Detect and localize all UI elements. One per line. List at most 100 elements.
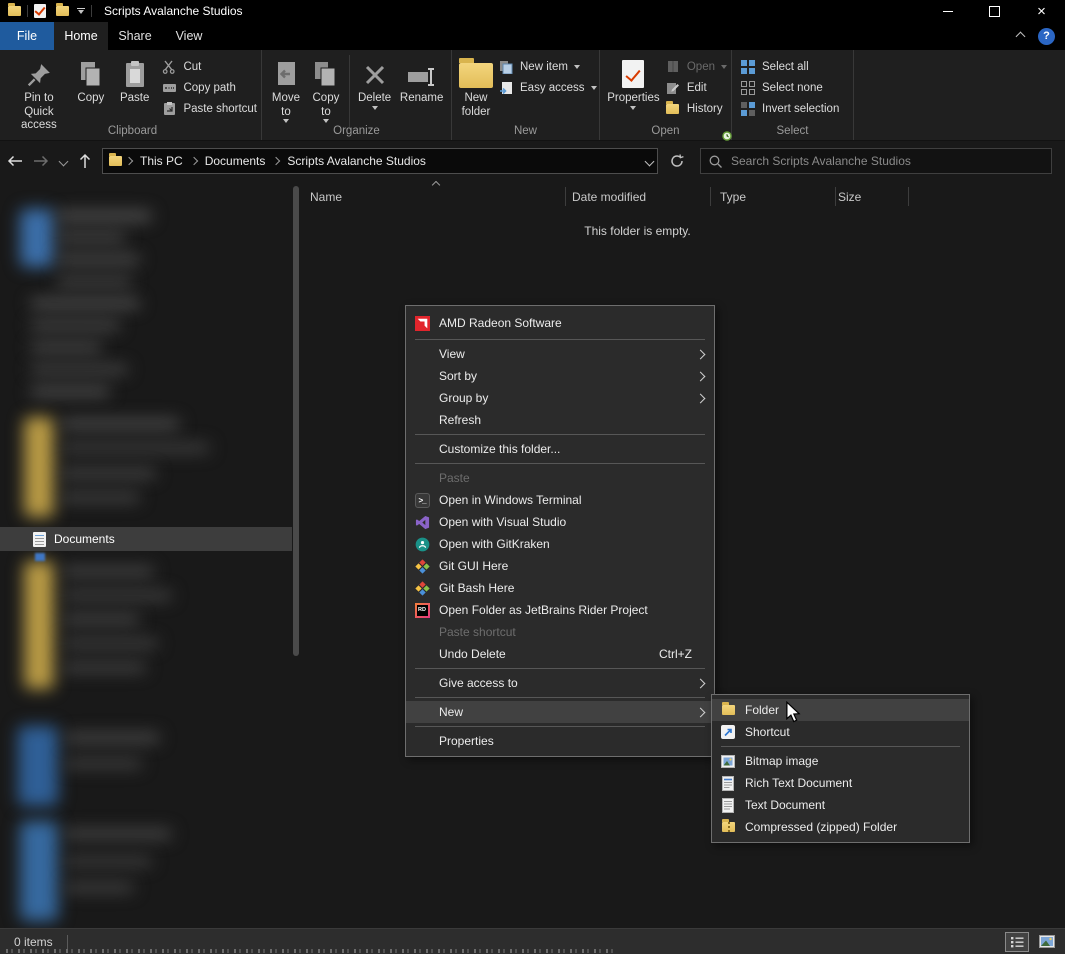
column-header-name[interactable]: Name	[310, 190, 342, 204]
details-view-button[interactable]	[1005, 932, 1029, 952]
menu-item-open-with-visual-studio[interactable]: Open with Visual Studio	[406, 511, 714, 533]
column-divider[interactable]	[835, 187, 836, 206]
submenu-item-rich-text-document[interactable]: Rich Text Document	[712, 772, 969, 794]
refresh-button[interactable]	[664, 148, 690, 174]
column-divider[interactable]	[710, 187, 711, 206]
column-header-date-modified[interactable]: Date modified	[572, 190, 646, 204]
quick-access-new-folder-icon[interactable]	[56, 6, 69, 16]
submenu-item-text-document[interactable]: Text Document	[712, 794, 969, 816]
select-none-label: Select none	[762, 82, 823, 94]
select-none-button[interactable]: Select none	[740, 77, 839, 98]
column-header-size[interactable]: Size	[838, 190, 861, 204]
minimize-icon	[943, 11, 953, 12]
recent-locations-button[interactable]	[54, 148, 72, 174]
menu-item-refresh[interactable]: Refresh	[406, 409, 714, 431]
details-view-icon	[1011, 936, 1024, 948]
column-header-row: Name Date modified Type Size	[300, 183, 1065, 210]
help-icon[interactable]: ?	[1038, 28, 1055, 45]
easy-access-button[interactable]: Easy access	[498, 77, 597, 98]
copy-to-button[interactable]: Copy to	[306, 53, 346, 125]
cut-icon	[161, 59, 177, 75]
address-dropdown-icon[interactable]	[645, 156, 655, 166]
tab-view[interactable]: View	[162, 22, 216, 50]
invert-selection-button[interactable]: Invert selection	[740, 98, 839, 119]
submenu-item-folder[interactable]: Folder	[712, 699, 969, 721]
search-input[interactable]: Search Scripts Avalanche Studios	[700, 148, 1052, 174]
copy-path-button[interactable]: Copy path	[161, 77, 257, 98]
menu-item-amd-radeon-software[interactable]: AMD Radeon Software	[406, 310, 714, 336]
column-header-type[interactable]: Type	[720, 190, 746, 204]
submenu-item-shortcut[interactable]: Shortcut	[712, 721, 969, 743]
submenu-arrow-icon	[696, 349, 706, 359]
menu-item-sort-by[interactable]: Sort by	[406, 365, 714, 387]
copy-to-icon	[313, 55, 339, 88]
sidebar-scrollbar[interactable]	[293, 186, 299, 656]
pin-to-quick-access-button[interactable]: Pin to Quick access	[8, 53, 70, 135]
collapse-ribbon-icon[interactable]	[1016, 31, 1026, 41]
back-button[interactable]	[2, 148, 28, 174]
sidebar-item-label: Documents	[54, 532, 115, 546]
tab-file[interactable]: File	[0, 22, 54, 50]
move-to-button[interactable]: Move to	[266, 53, 306, 125]
column-divider[interactable]	[908, 187, 909, 206]
menu-item-open-in-windows-terminal[interactable]: >_ Open in Windows Terminal	[406, 489, 714, 511]
properties-icon	[622, 55, 644, 88]
paste-button[interactable]: Paste	[112, 53, 158, 108]
back-icon	[7, 155, 23, 167]
navigation-pane[interactable]: Documents	[0, 181, 292, 928]
menu-item-open-with-gitkraken[interactable]: Open with GitKraken	[406, 533, 714, 555]
column-divider[interactable]	[565, 187, 566, 206]
properties-button[interactable]: Properties	[604, 53, 663, 112]
quick-access-properties-icon[interactable]	[34, 4, 46, 18]
sidebar-item-documents[interactable]: Documents	[0, 527, 292, 551]
menu-item-properties[interactable]: Properties	[406, 730, 714, 752]
menu-item-git-bash-here[interactable]: Git Bash Here	[406, 577, 714, 599]
breadcrumb-current-folder[interactable]: Scripts Avalanche Studios	[283, 154, 430, 168]
delete-button[interactable]: Delete	[353, 53, 397, 112]
menu-item-give-access-to[interactable]: Give access to	[406, 672, 714, 694]
menu-item-open-folder-as-jetbrains-rider-project[interactable]: RD Open Folder as JetBrains Rider Projec…	[406, 599, 714, 621]
address-bar[interactable]: This PC Documents Scripts Avalanche Stud…	[102, 148, 658, 174]
paste-shortcut-button[interactable]: Paste shortcut	[161, 98, 257, 119]
ribbon: Pin to Quick access Copy Paste Cut	[0, 50, 1065, 141]
forward-button[interactable]	[28, 148, 54, 174]
cut-button[interactable]: Cut	[161, 56, 257, 77]
tab-home[interactable]: Home	[54, 22, 108, 50]
new-folder-button[interactable]: New folder	[456, 53, 496, 121]
copy-icon	[78, 55, 104, 88]
menu-item-view[interactable]: View	[406, 343, 714, 365]
sidebar-blurred-content	[18, 726, 58, 806]
menu-item-customize-this-folder[interactable]: Customize this folder...	[406, 438, 714, 460]
menu-item-undo-delete[interactable]: Undo Delete Ctrl+Z	[406, 643, 714, 665]
select-all-button[interactable]: Select all	[740, 56, 839, 77]
submenu-item-compressed-zipped-folder[interactable]: Compressed (zipped) Folder	[712, 816, 969, 838]
tab-share[interactable]: Share	[108, 22, 162, 50]
move-to-icon	[274, 55, 298, 88]
menu-separator	[415, 339, 705, 340]
maximize-button[interactable]	[971, 0, 1018, 22]
menu-item-new[interactable]: New	[406, 701, 714, 723]
breadcrumb-this-pc[interactable]: This PC	[136, 154, 187, 168]
customize-quick-access-icon[interactable]	[77, 8, 85, 14]
close-button[interactable]: ×	[1018, 0, 1065, 22]
sidebar-blurred-content	[60, 443, 210, 453]
rename-button[interactable]: Rename	[396, 53, 447, 108]
large-icons-view-button[interactable]	[1035, 932, 1059, 952]
sidebar-blurred-content	[56, 211, 152, 221]
history-button[interactable]: History	[665, 98, 727, 119]
edit-button[interactable]: Edit	[665, 77, 727, 98]
copy-button[interactable]: Copy	[70, 53, 112, 108]
minimize-button[interactable]	[924, 0, 971, 22]
menu-separator	[415, 668, 705, 669]
new-item-button[interactable]: New item	[498, 56, 597, 77]
menu-item-group-by[interactable]: Group by	[406, 387, 714, 409]
invert-selection-label: Invert selection	[762, 103, 839, 115]
sidebar-blurred-content	[56, 255, 140, 264]
sidebar-blurred-content	[62, 663, 146, 672]
menu-item-git-gui-here[interactable]: Git GUI Here	[406, 555, 714, 577]
breadcrumb-documents[interactable]: Documents	[201, 154, 270, 168]
submenu-item-bitmap-image[interactable]: Bitmap image	[712, 750, 969, 772]
up-button[interactable]	[72, 148, 98, 174]
documents-icon	[33, 532, 46, 547]
easy-access-label: Easy access	[520, 82, 585, 94]
